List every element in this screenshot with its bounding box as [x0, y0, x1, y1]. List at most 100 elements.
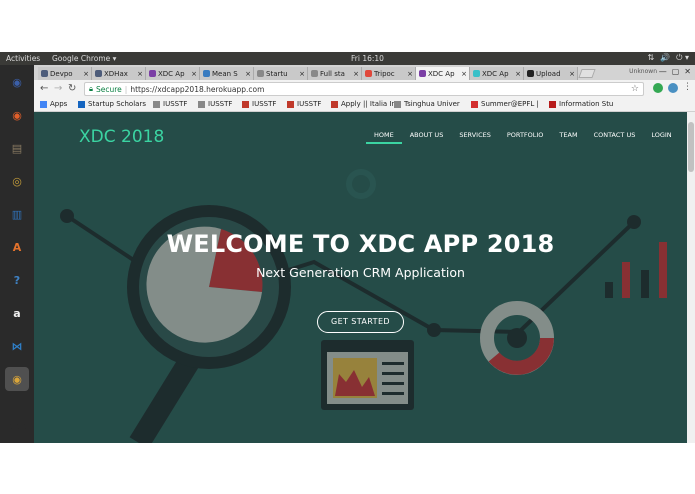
tab-strip: Devpo × XDHax × XDC Ap × Mean S × Startu × Full st… [34, 65, 695, 80]
chrome-window: Devpo × XDHax × XDC Ap × Mean S × Startu × Full st… [34, 65, 695, 443]
tab-favicon-icon [419, 70, 426, 77]
tab-close-icon[interactable]: × [461, 70, 469, 78]
help-icon[interactable]: ? [5, 268, 29, 292]
back-icon[interactable]: ← [40, 83, 48, 94]
bookmark-item[interactable]: IUSSTF [198, 100, 232, 108]
vscode-icon[interactable]: ⋈ [5, 334, 29, 358]
browser-tab[interactable]: XDHax × [92, 67, 146, 80]
tab-close-icon[interactable]: × [407, 70, 415, 78]
network-icon[interactable]: ⇅ [647, 53, 654, 63]
maximize-icon[interactable]: ▢ [672, 67, 680, 76]
bookmark-item[interactable]: IUSSTF [153, 100, 187, 108]
extension-icon[interactable] [668, 83, 678, 93]
bookmark-star-icon[interactable]: ☆ [631, 84, 639, 94]
tab-favicon-icon [311, 70, 318, 77]
grammarly-icon[interactable] [653, 83, 663, 93]
files-icon[interactable]: ▤ [5, 136, 29, 160]
forward-icon[interactable]: → [54, 83, 62, 94]
tab-close-icon[interactable]: × [515, 70, 523, 78]
close-icon[interactable]: ✕ [684, 67, 691, 76]
url-text[interactable]: https://xdcapp2018.herokuapp.com [130, 85, 264, 94]
firefox-icon[interactable]: ◉ [5, 103, 29, 127]
browser-tab[interactable]: XDC Ap × [470, 67, 524, 80]
bookmark-favicon-icon [242, 100, 249, 108]
browser-tab[interactable]: XDC Ap × [416, 67, 470, 80]
activities-button[interactable]: Activities [6, 54, 40, 63]
bookmark-item[interactable]: Summer@EPFL | [471, 100, 539, 108]
tab-close-icon[interactable]: × [137, 70, 145, 78]
address-bar[interactable]: 🔒︎ Secure | https://xdcapp2018.herokuapp… [84, 82, 644, 96]
clock[interactable]: Fri 16:10 [351, 54, 384, 63]
app-menu[interactable]: Google Chrome ▾ [52, 54, 116, 63]
get-started-button[interactable]: GET STARTED [317, 311, 404, 333]
browser-tab[interactable]: Full sta × [308, 67, 362, 80]
chrome-icon[interactable]: ◉ [5, 367, 29, 391]
tab-close-icon[interactable]: × [299, 70, 307, 78]
tab-close-icon[interactable]: × [569, 70, 577, 78]
site-nav: HOME ABOUT US SERVICES PORTFOLIO TEAM CONTACT… [366, 130, 680, 144]
bookmark-item[interactable]: Tsinghua Univer [394, 100, 460, 108]
tab-title: XDC Ap [158, 69, 185, 78]
minimize-icon[interactable]: — [659, 67, 667, 76]
tab-favicon-icon [203, 70, 210, 77]
bookmark-item[interactable]: IUSSTF [242, 100, 276, 108]
bookmark-favicon-icon [198, 100, 205, 108]
tab-title: Tripoc [374, 69, 395, 78]
software-center-icon[interactable]: A [5, 235, 29, 259]
amazon-icon[interactable]: a [5, 301, 29, 325]
nav-item-services[interactable]: SERVICES [451, 130, 499, 144]
apps-grid-icon [40, 100, 47, 108]
tab-close-icon[interactable]: × [245, 70, 253, 78]
tab-close-icon[interactable]: × [353, 70, 361, 78]
tab-title: Full sta [320, 69, 345, 78]
bookmark-label: IUSSTF [208, 100, 233, 108]
hero-title: WELCOME TO XDC APP 2018 [166, 230, 555, 258]
bookmark-label: IUSSTF [297, 100, 322, 108]
apps-shortcut[interactable]: Apps [40, 100, 67, 108]
nav-item-home[interactable]: HOME [366, 130, 402, 144]
extension-icons: ⋮ [653, 83, 692, 93]
menu-icon[interactable]: ⋮ [683, 83, 692, 93]
bookmark-item[interactable]: IUSSTF [287, 100, 321, 108]
reload-icon[interactable]: ↻ [68, 83, 76, 94]
chrome-remote-icon[interactable]: ◉ [5, 70, 29, 94]
site-brand[interactable]: XDC 2018 [79, 127, 164, 147]
bookmark-item[interactable]: Startup Scholars [78, 100, 146, 108]
browser-tab[interactable]: Startu × [254, 67, 308, 80]
bookmark-item[interactable]: Apply || Italia Inn [331, 100, 400, 108]
writer-icon[interactable]: ▥ [5, 202, 29, 226]
nav-item-contact-us[interactable]: CONTACT US [586, 130, 644, 144]
browser-tab[interactable]: Upload × [524, 67, 578, 80]
profile-name[interactable]: Unknown [629, 68, 657, 75]
system-tray[interactable]: ⇅ 🔊 ⏻ ▾ [647, 53, 689, 63]
desktop-screen: Activities Google Chrome ▾ Fri 16:10 ⇅ 🔊… [0, 52, 695, 443]
nav-item-about-us[interactable]: ABOUT US [402, 130, 452, 144]
window-controls: — ▢ ✕ [659, 67, 691, 76]
web-page: XDC 2018 HOME ABOUT US SERVICES PORTFOLIO TE… [34, 112, 687, 443]
app-grid-icon[interactable]: ⋮⋮⋮ [5, 417, 30, 441]
hero-subtitle: Next Generation CRM Application [256, 265, 465, 280]
bookmarks-bar: Apps Startup Scholars IUSSTF IUSSTF IUSSTF IU… [34, 98, 695, 112]
volume-icon[interactable]: 🔊 [660, 53, 670, 63]
bookmark-favicon-icon [153, 100, 160, 108]
scrollbar-thumb[interactable] [688, 122, 694, 172]
browser-tab[interactable]: XDC Ap × [146, 67, 200, 80]
nav-item-team[interactable]: TEAM [551, 130, 585, 144]
new-tab-button[interactable] [578, 69, 596, 78]
bookmark-item[interactable]: Information Stu [549, 100, 613, 108]
nav-item-portfolio[interactable]: PORTFOLIO [499, 130, 552, 144]
tab-close-icon[interactable]: × [83, 70, 91, 78]
rhythmbox-icon[interactable]: ◎ [5, 169, 29, 193]
bookmark-label: Apps [50, 100, 68, 108]
tab-favicon-icon [365, 70, 372, 77]
tab-close-icon[interactable]: × [191, 70, 199, 78]
browser-tab[interactable]: Devpo × [38, 67, 92, 80]
nav-item-login[interactable]: LOGIN [643, 130, 679, 144]
bookmark-label: Summer@EPFL | [481, 100, 539, 108]
browser-tab[interactable]: Tripoc × [362, 67, 416, 80]
tab-favicon-icon [95, 70, 102, 77]
power-icon[interactable]: ⏻ ▾ [676, 53, 689, 63]
page-scrollbar[interactable] [687, 112, 695, 443]
browser-tab[interactable]: Mean S × [200, 67, 254, 80]
bookmark-label: Apply || Italia Inn [341, 100, 401, 108]
